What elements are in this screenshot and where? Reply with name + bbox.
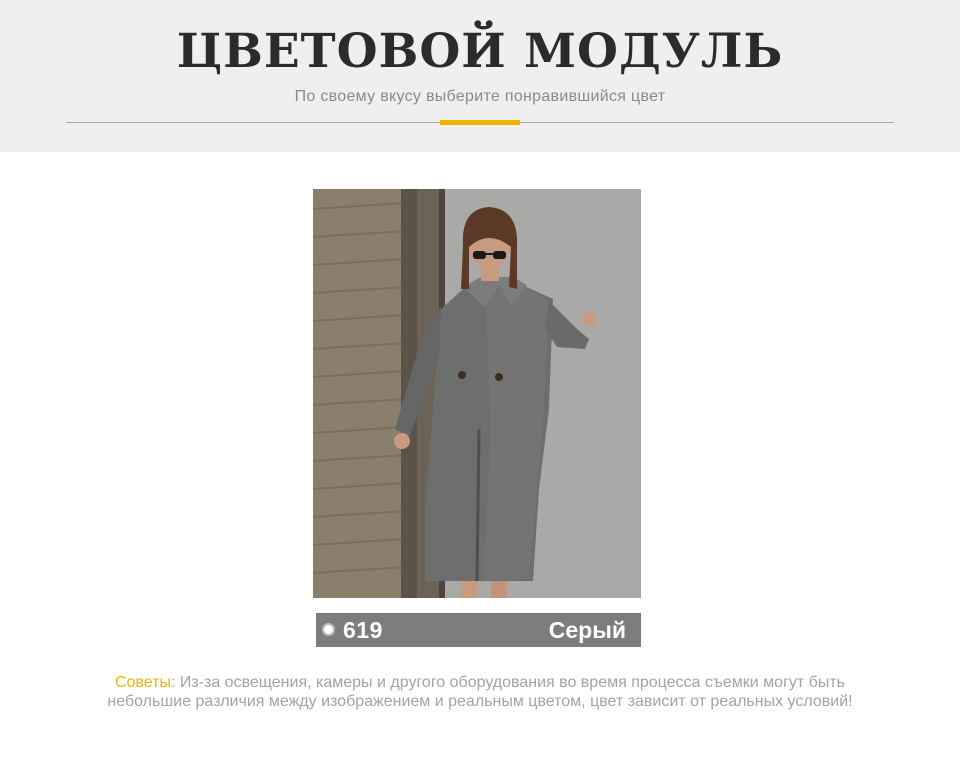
color-label-bar: 619 Серый [316,613,641,647]
header-accent-bar [440,120,520,125]
coat-model-illustration [313,189,641,598]
product-photo [313,189,641,598]
header-band: ЦВЕТОВОЙ МОДУЛЬ По своему вкусу выберите… [0,0,960,152]
color-radio-icon [322,623,335,636]
tips-note: Советы: Из-за освещения, камеры и другог… [90,674,870,711]
color-code: 619 [343,617,383,643]
tips-text: Из-за освещения, камеры и другого оборуд… [107,674,853,710]
tips-label: Советы: [114,674,176,691]
color-name: Серый [548,617,626,643]
module-title: ЦВЕТОВОЙ МОДУЛЬ [176,24,784,79]
module-subtitle: По своему вкусу выберите понравившийся ц… [294,88,666,105]
